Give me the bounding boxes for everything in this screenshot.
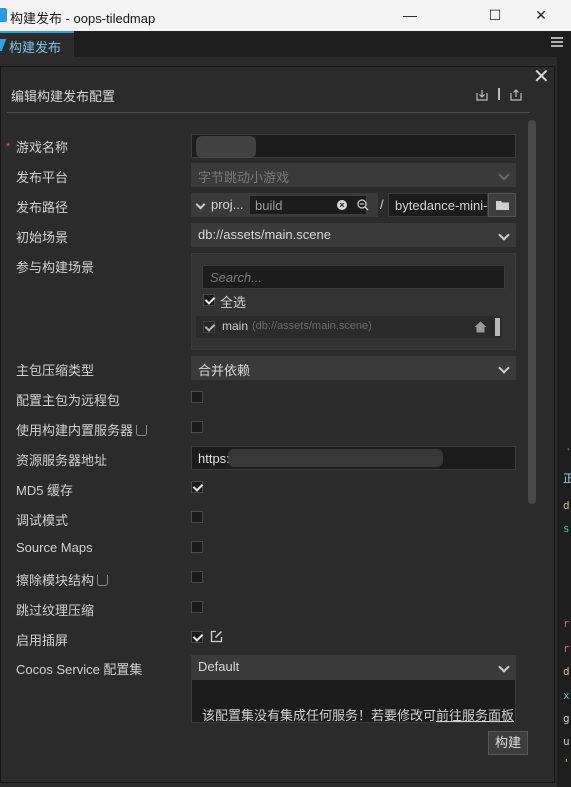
menu-icon[interactable] bbox=[551, 37, 563, 48]
compression-value: 合并依赖 bbox=[198, 363, 251, 378]
scene-item-path: (db://assets/main.scene) bbox=[252, 320, 372, 332]
redacted-blur bbox=[228, 449, 443, 467]
window-close-button[interactable]: ✕ bbox=[518, 0, 564, 31]
erase-modules-checkbox[interactable] bbox=[191, 571, 203, 583]
start-scene-label: 初始场景 bbox=[16, 230, 69, 245]
background-editor-strip: . 正 d s r r d x g u ' bbox=[557, 57, 571, 787]
panel-close-button[interactable]: ✕ bbox=[533, 66, 550, 88]
chevron-down-icon bbox=[498, 229, 510, 241]
chevron-down-icon bbox=[195, 199, 206, 210]
skip-texture-label: 跳过纹理压缩 bbox=[16, 603, 95, 618]
chevron-down-icon bbox=[498, 362, 510, 374]
path-slash: / bbox=[380, 197, 384, 212]
scene-search-input[interactable]: Search... bbox=[202, 265, 505, 289]
path-prefix-value: proj... bbox=[211, 197, 244, 212]
maximize-button[interactable]: ☐ bbox=[472, 0, 518, 31]
builtin-server-label: 使用构建内置服务器 bbox=[16, 420, 148, 439]
debug-checkbox[interactable] bbox=[191, 511, 203, 523]
select-all-label: 全选 bbox=[220, 295, 247, 310]
clear-icon[interactable]: × bbox=[337, 200, 347, 210]
path-input-value: build bbox=[255, 198, 283, 213]
tab-build-publish[interactable]: 构建发布 bbox=[0, 31, 74, 57]
tab-label: 构建发布 bbox=[9, 40, 62, 55]
build-scenes-label: 参与构建场景 bbox=[16, 260, 95, 275]
search-icon[interactable] bbox=[357, 199, 369, 211]
start-scene-value: db://assets/main.scene bbox=[198, 227, 331, 242]
tab-bar: 构建发布 bbox=[0, 31, 571, 57]
select-all-checkbox[interactable] bbox=[203, 294, 215, 306]
app-icon bbox=[0, 8, 7, 22]
skip-texture-checkbox[interactable] bbox=[191, 601, 203, 613]
build-button[interactable]: 构建 bbox=[488, 731, 528, 755]
debug-label: 调试模式 bbox=[16, 513, 69, 528]
panel-title: 编辑构建发布配置 bbox=[11, 89, 116, 104]
build-icon bbox=[0, 39, 7, 51]
build-folder-input[interactable]: bytedance-mini-g bbox=[388, 193, 488, 217]
experimental-icon bbox=[136, 425, 148, 436]
notice-message: 该配置集没有集成任何服务！若要修改可 bbox=[202, 708, 437, 723]
builtin-server-text: 使用构建内置服务器 bbox=[16, 423, 134, 438]
platform-select: 字节跳动小游戏 bbox=[191, 163, 516, 187]
edit-icon[interactable] bbox=[210, 630, 223, 643]
path-input[interactable]: build × bbox=[249, 195, 367, 215]
sourcemaps-checkbox[interactable] bbox=[191, 541, 203, 553]
chevron-down-icon bbox=[498, 169, 510, 181]
path-label: 发布路径 bbox=[16, 200, 69, 215]
service-panel-link[interactable]: 前往服务面板 bbox=[436, 708, 514, 723]
platform-value: 字节跳动小游戏 bbox=[198, 170, 290, 185]
erase-modules-text: 擦除模块结构 bbox=[16, 573, 95, 588]
window-titlebar: 构建发布 - oops-tiledmap — ☐ ✕ bbox=[0, 0, 571, 31]
compression-label: 主包压缩类型 bbox=[16, 363, 95, 378]
server-url-value: https: bbox=[198, 451, 230, 466]
scene-scrollbar[interactable] bbox=[495, 318, 500, 336]
open-folder-button[interactable] bbox=[488, 193, 516, 217]
game-name-label: 游戏名称 bbox=[16, 140, 69, 155]
redacted-blur bbox=[196, 136, 256, 158]
start-scene-select[interactable]: db://assets/main.scene bbox=[191, 223, 516, 247]
chevron-down-icon bbox=[498, 661, 510, 673]
md5-checkbox[interactable] bbox=[191, 481, 203, 493]
cocos-service-select[interactable]: Default bbox=[191, 655, 516, 679]
service-notice: 该配置集没有集成任何服务！若要修改可前往服务面板 bbox=[191, 679, 516, 723]
export-icon[interactable] bbox=[510, 89, 522, 101]
import-icon[interactable] bbox=[476, 89, 488, 101]
splash-label: 启用插屏 bbox=[16, 633, 69, 648]
panel-scrollbar[interactable] bbox=[528, 120, 536, 504]
server-url-label: 资源服务器地址 bbox=[16, 453, 108, 468]
header-divider bbox=[498, 88, 500, 100]
folder-icon bbox=[496, 201, 509, 210]
cocos-service-value: Default bbox=[198, 659, 240, 674]
md5-label: MD5 缓存 bbox=[16, 483, 74, 498]
minimize-button[interactable]: — bbox=[387, 0, 433, 31]
experimental-icon bbox=[97, 575, 109, 586]
path-prefix-select[interactable]: proj... build × bbox=[191, 193, 378, 217]
platform-label: 发布平台 bbox=[16, 170, 69, 185]
build-folder-value: bytedance-mini-g bbox=[395, 198, 487, 213]
erase-modules-label: 擦除模块结构 bbox=[16, 570, 109, 589]
remote-bundle-label: 配置主包为远程包 bbox=[16, 393, 121, 408]
builtin-server-checkbox[interactable] bbox=[191, 421, 203, 433]
scene-checkbox[interactable] bbox=[203, 321, 215, 333]
compression-select[interactable]: 合并依赖 bbox=[191, 356, 516, 380]
search-placeholder: Search... bbox=[210, 270, 263, 285]
splash-checkbox[interactable] bbox=[191, 631, 203, 643]
scene-item-name: main bbox=[222, 319, 249, 333]
window-title: 构建发布 - oops-tiledmap bbox=[10, 11, 156, 26]
cocos-service-label: Cocos Service 配置集 bbox=[16, 662, 143, 677]
remote-bundle-checkbox[interactable] bbox=[191, 391, 203, 403]
required-asterisk: * bbox=[6, 141, 11, 153]
header-separator bbox=[7, 112, 530, 113]
sourcemaps-label: Source Maps bbox=[16, 540, 93, 555]
notice-text: 该配置集没有集成任何服务！若要修改可前往服务面板 bbox=[202, 705, 514, 724]
home-icon[interactable] bbox=[474, 321, 487, 333]
